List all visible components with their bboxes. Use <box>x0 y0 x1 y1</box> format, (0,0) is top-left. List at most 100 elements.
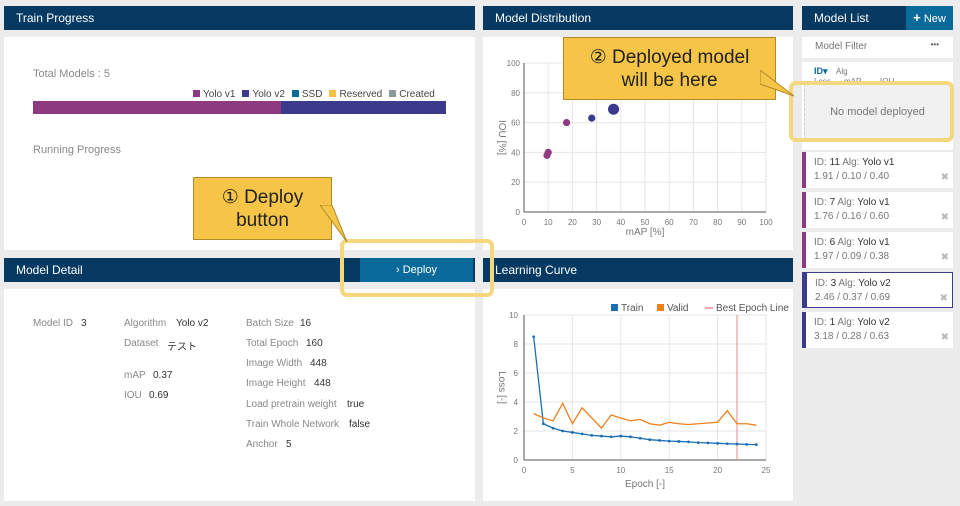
model-card-alg: Yolo v2 <box>857 317 890 328</box>
deployed-callout-text: ② Deployed model will be here <box>589 47 750 91</box>
sep: / <box>865 292 868 303</box>
train-point <box>745 442 749 446</box>
legend-swatch <box>389 90 397 97</box>
map-label: mAP <box>124 370 146 381</box>
model-card[interactable]: ID: 7 Alg: Yolo v1 1.76 / 0.16 / 0.60 ✖ <box>802 192 953 228</box>
model-filter[interactable]: Model Filter ••• <box>802 37 953 58</box>
x-tick-label: 80 <box>713 218 722 227</box>
model-list-title: Model List <box>814 11 869 25</box>
model-card-map: 0.09 <box>841 251 862 262</box>
x-tick-label: 20 <box>713 466 722 475</box>
image-height-label: Image Height <box>246 378 306 389</box>
model-card-id: 6 <box>829 237 836 248</box>
y-tick-label: 80 <box>511 89 520 98</box>
train-point <box>551 426 555 430</box>
deploy-callout: ① Deploy button <box>193 177 332 240</box>
progress-segment <box>33 101 281 114</box>
id-prefix: ID: <box>815 278 828 289</box>
legend-label: Best Epoch Line <box>716 303 789 314</box>
model-card-line2: 1.97 / 0.09 / 0.38 <box>814 251 889 262</box>
deploy-highlight <box>340 239 494 297</box>
y-tick-label: 4 <box>514 398 519 407</box>
total-epoch-label: Total Epoch <box>246 338 299 349</box>
delete-icon[interactable]: ✖ <box>941 332 949 343</box>
delete-icon[interactable]: ✖ <box>941 252 949 263</box>
sort-id-label: ID <box>814 66 823 76</box>
sep: / <box>836 211 840 222</box>
model-card-line2: 1.91 / 0.10 / 0.40 <box>814 171 889 182</box>
x-tick-label: 0 <box>522 218 527 227</box>
train-point <box>658 439 661 442</box>
id-prefix: ID: <box>814 317 827 328</box>
model-card-map: 0.37 <box>842 292 863 303</box>
legend-swatch <box>291 90 299 97</box>
delete-icon[interactable]: ✖ <box>940 293 948 304</box>
x-tick-label: 70 <box>689 218 698 227</box>
id-prefix: ID: <box>814 197 827 208</box>
total-epoch-value: 160 <box>306 338 323 349</box>
y-tick-label: 10 <box>509 311 518 320</box>
batch-size-label: Batch Size <box>246 318 294 329</box>
model-card-alg: Yolo v1 <box>862 157 895 168</box>
model-card[interactable]: ID: 1 Alg: Yolo v2 3.18 / 0.28 / 0.63 ✖ <box>802 312 953 348</box>
algorithm-value: Yolo v2 <box>176 318 209 329</box>
train-point <box>648 438 652 442</box>
series-line-valid <box>533 402 757 430</box>
sep: / <box>864 211 867 222</box>
y-tick-label: 100 <box>507 59 521 68</box>
x-tick-label: 5 <box>570 466 575 475</box>
more-icon[interactable]: ••• <box>931 40 939 49</box>
model-id-value: 3 <box>81 318 87 329</box>
model-card[interactable]: ID: 3 Alg: Yolo v2 2.46 / 0.37 / 0.69 ✖ <box>802 272 953 308</box>
model-distribution-title: Model Distribution <box>495 11 592 25</box>
series-line-train <box>533 336 757 446</box>
model-card-alg: Yolo v2 <box>858 278 891 289</box>
model-card-map: 0.28 <box>841 331 862 342</box>
x-tick-label: 10 <box>544 218 553 227</box>
model-card[interactable]: ID: 6 Alg: Yolo v1 1.97 / 0.09 / 0.38 ✖ <box>802 232 953 268</box>
deployed-callout: ② Deployed model will be here <box>563 37 776 100</box>
iou-value: 0.69 <box>149 390 169 401</box>
anchor-label: Anchor <box>246 439 278 450</box>
y-tick-label: 6 <box>514 369 519 378</box>
legend-label: Reserved <box>339 89 383 100</box>
legend-label: Created <box>399 89 435 100</box>
x-tick-label: 25 <box>762 466 771 475</box>
sort-alg[interactable]: Alg <box>836 67 848 76</box>
y-tick-label: 0 <box>516 208 521 217</box>
learning-curve-title: Learning Curve <box>495 263 578 277</box>
model-card-iou: 0.60 <box>869 211 890 222</box>
y-axis-label: IOU [%] <box>496 120 507 155</box>
sep: / <box>864 171 867 182</box>
x-tick-label: 100 <box>759 218 773 227</box>
y-tick-label: 2 <box>514 427 519 436</box>
x-tick-label: 10 <box>616 466 625 475</box>
train-point <box>532 335 536 339</box>
running-progress-label: Running Progress <box>33 144 122 156</box>
x-axis-label: Epoch [-] <box>625 479 665 490</box>
model-card[interactable]: ID: 11 Alg: Yolo v1 1.91 / 0.10 / 0.40 ✖ <box>802 152 953 188</box>
alg-prefix: Alg: <box>842 157 860 168</box>
total-models-label: Total Models : 5 <box>33 68 111 80</box>
train-point <box>629 435 632 439</box>
train-whole-label: Train Whole Network <box>246 419 339 430</box>
model-card-color-bar <box>802 232 806 268</box>
model-card-id: 11 <box>829 157 840 168</box>
legend-swatch <box>242 90 250 97</box>
sort-id[interactable]: ID▾ <box>814 66 828 77</box>
x-tick-label: 20 <box>568 218 577 227</box>
legend-label: Valid <box>667 303 689 314</box>
new-model-button[interactable]: + New <box>906 6 953 30</box>
x-tick-label: 15 <box>665 466 674 475</box>
model-card-loss: 1.97 <box>814 251 834 262</box>
delete-icon[interactable]: ✖ <box>941 212 949 223</box>
legend-label: Yolo v2 <box>252 89 285 100</box>
legend-label: Yolo v1 <box>203 89 236 100</box>
delete-icon[interactable]: ✖ <box>941 172 949 183</box>
learning-curve-header: Learning Curve <box>483 258 793 282</box>
model-detail-title: Model Detail <box>16 263 83 277</box>
model-card-iou: 0.69 <box>870 292 891 303</box>
train-progress-header: Train Progress <box>4 6 475 30</box>
deployed-highlight <box>789 81 954 142</box>
model-card-color-bar <box>802 192 806 228</box>
